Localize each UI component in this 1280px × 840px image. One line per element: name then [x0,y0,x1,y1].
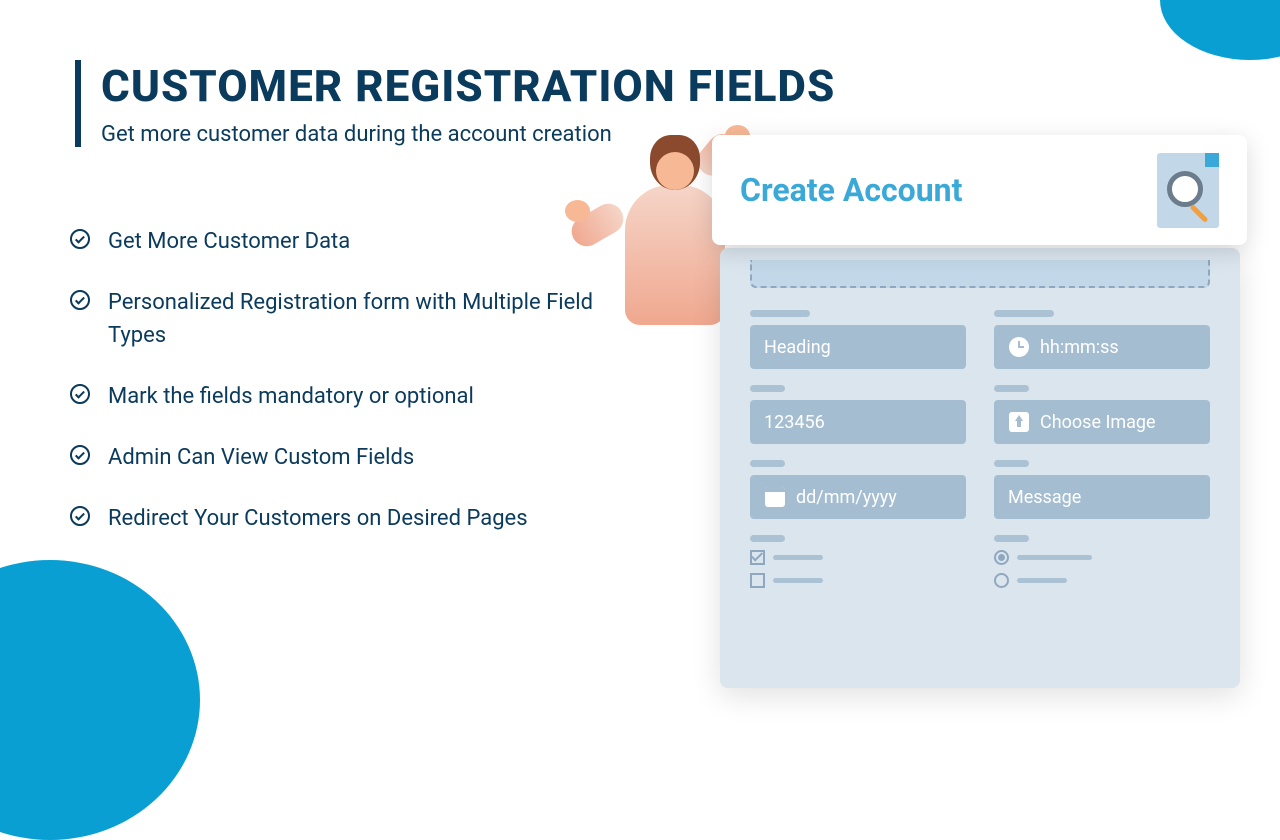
feature-item: Mark the fields mandatory or optional [70,380,630,413]
check-icon [70,384,90,404]
mockup-card-title: Create Account [740,171,962,209]
feature-text: Get More Customer Data [108,225,350,258]
feature-item: Personalized Registration form with Mult… [70,286,630,352]
radio-options [994,535,1210,596]
heading-field: Heading [750,310,966,369]
feature-list: Get More Customer Data Personalized Regi… [70,225,630,563]
feature-text: Mark the fields mandatory or optional [108,380,474,413]
drop-zone [750,260,1210,288]
check-icon [70,229,90,249]
feature-text: Redirect Your Customers on Desired Pages [108,502,528,535]
feature-item: Get More Customer Data [70,225,630,258]
message-field-label: Message [1008,487,1081,508]
message-field: Message [994,460,1210,519]
number-field-label: 123456 [764,412,825,433]
radio-icon [994,573,1009,588]
heading-field-label: Heading [764,337,831,358]
page-title: CUSTOMER REGISTRATION FIELDS [101,60,835,112]
clock-icon [1008,336,1030,358]
time-field-label: hh:mm:ss [1040,337,1119,358]
checkbox-icon [750,550,765,565]
check-icon [70,290,90,310]
date-field-label: dd/mm/yyyy [796,487,897,508]
decorative-corner-bottom [0,560,200,840]
feature-item: Redirect Your Customers on Desired Pages [70,502,630,535]
date-field: dd/mm/yyyy [750,460,966,519]
checkbox-icon [750,573,765,588]
decorative-corner-top [1160,0,1280,60]
image-field-label: Choose Image [1040,412,1156,433]
check-icon [70,445,90,465]
feature-text: Personalized Registration form with Mult… [108,286,630,352]
mockup-card-header: Create Account [712,135,1247,245]
calendar-icon [764,486,786,508]
checkbox-options [750,535,966,596]
check-icon [70,506,90,526]
feature-item: Admin Can View Custom Fields [70,441,630,474]
time-field: hh:mm:ss [994,310,1210,369]
upload-icon [1008,411,1030,433]
image-field: Choose Image [994,385,1210,444]
number-field: 123456 [750,385,966,444]
feature-text: Admin Can View Custom Fields [108,441,414,474]
document-search-icon [1157,153,1219,228]
form-mockup: Heading hh:mm:ss 123456 Choose Image dd/… [720,248,1240,688]
radio-icon [994,550,1009,565]
